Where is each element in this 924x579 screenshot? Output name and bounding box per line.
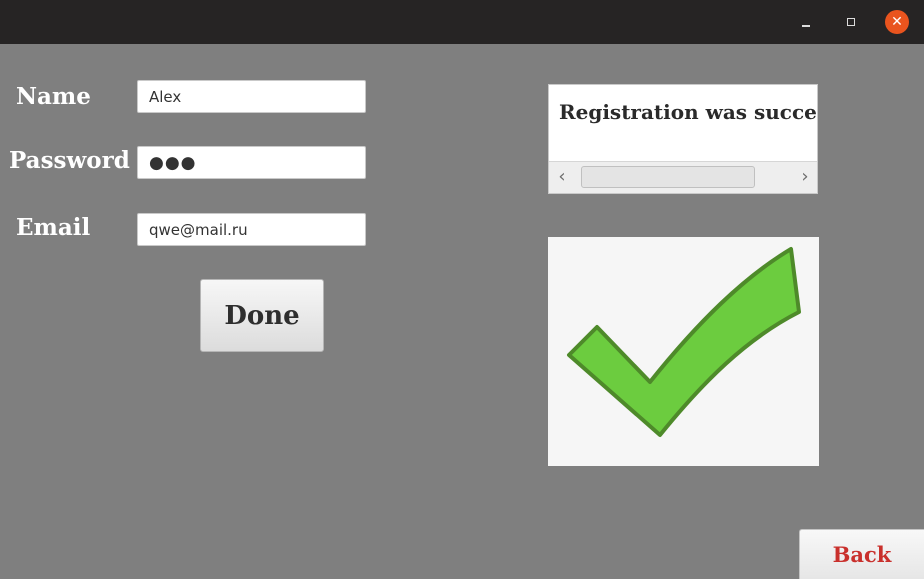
maximize-icon [847, 18, 855, 26]
email-field[interactable]: qwe@mail.ru [137, 213, 366, 246]
message-scroll-pane[interactable]: Registration was successful ‹ › [548, 84, 818, 194]
name-label: Name [16, 83, 91, 110]
close-icon: ✕ [885, 10, 909, 34]
scrollbar-thumb[interactable] [581, 166, 755, 188]
minimize-icon [802, 25, 810, 27]
email-label: Email [16, 214, 91, 241]
scroll-right-icon[interactable]: › [795, 165, 815, 189]
horizontal-scrollbar[interactable]: ‹ › [549, 161, 817, 193]
back-button[interactable]: Back [799, 529, 924, 579]
registration-message: Registration was successful [559, 100, 817, 124]
close-button[interactable]: ✕ [884, 9, 910, 35]
maximize-button[interactable] [838, 9, 864, 35]
scroll-left-icon[interactable]: ‹ [552, 165, 572, 189]
success-image [548, 237, 819, 466]
checkmark-icon [567, 247, 801, 437]
minimize-button[interactable] [793, 9, 819, 35]
password-label: Password [9, 147, 130, 174]
done-button[interactable]: Done [200, 279, 324, 352]
password-field[interactable]: ●●● [137, 146, 366, 179]
title-bar: ✕ [0, 0, 924, 44]
name-field[interactable]: Alex [137, 80, 366, 113]
